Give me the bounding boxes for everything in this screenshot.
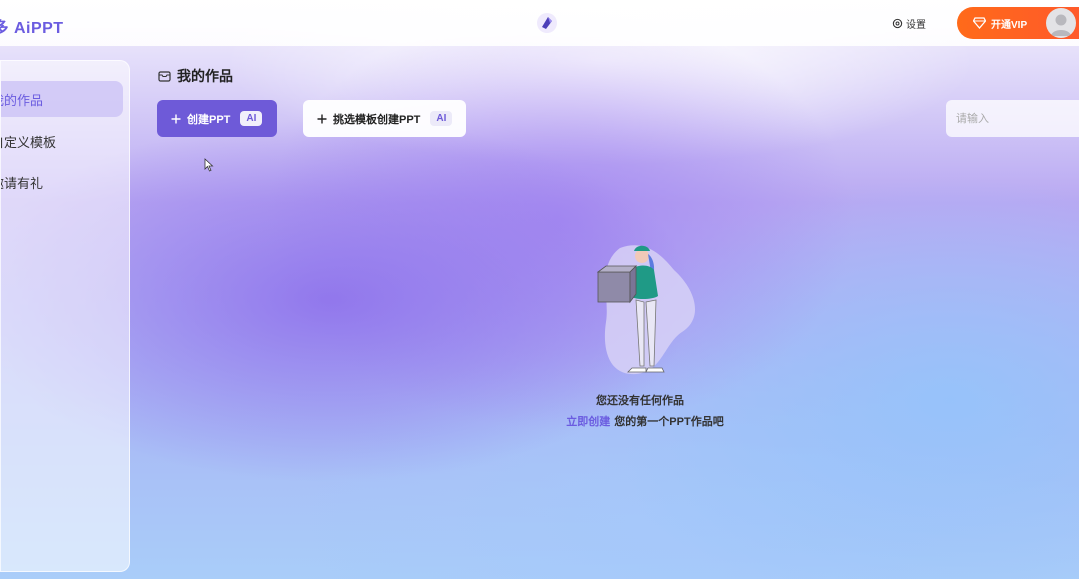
diamond-icon: [973, 17, 986, 29]
template-create-button[interactable]: 挑选模板创建PPT AI: [303, 100, 466, 137]
search-input[interactable]: [946, 100, 1079, 137]
sidebar-item-label: 我的作品: [1, 92, 44, 108]
empty-state-title: 您还没有任何作品: [596, 395, 684, 407]
page-title-text: 我的作品: [177, 68, 233, 84]
empty-state-subtitle: 立即创建 您的第一个PPT作品吧: [500, 413, 790, 429]
settings-label: 设置: [906, 19, 926, 31]
plus-icon: [317, 114, 327, 123]
create-now-link[interactable]: 立即创建: [566, 416, 610, 428]
logo-text: 多多 AiPPT: [0, 20, 64, 37]
ai-badge: AI: [430, 111, 453, 126]
sidebar: 我的作品 自定义模板 邀请有礼: [0, 60, 130, 572]
folder-icon: [158, 71, 171, 82]
ai-badge: AI: [240, 111, 263, 126]
app-logo[interactable]: 多多 AiPPT: [0, 14, 64, 38]
page-title: 我的作品: [158, 66, 233, 86]
mouse-cursor-icon: [204, 158, 214, 172]
create-ppt-label: 创建PPT: [187, 113, 231, 126]
template-create-label: 挑选模板创建PPT: [333, 113, 421, 126]
sidebar-item-label: 自定义模板: [1, 134, 57, 150]
top-header: 多多 AiPPT 设置 开通VIP: [0, 0, 1079, 46]
sidebar-item-my-works[interactable]: 我的作品: [1, 81, 123, 117]
gear-icon: [892, 18, 903, 28]
create-ppt-button[interactable]: 创建PPT AI: [157, 100, 277, 137]
empty-state-suffix: 您的第一个PPT作品吧: [614, 416, 724, 428]
user-avatar[interactable]: [1046, 8, 1076, 38]
sidebar-item-custom-templates[interactable]: 自定义模板: [1, 123, 123, 159]
app-mark-icon[interactable]: [536, 12, 558, 34]
avatar-icon: [1051, 14, 1071, 36]
plus-icon: [171, 114, 181, 123]
sidebar-item-invite[interactable]: 邀请有礼: [1, 164, 123, 200]
empty-state-illustration: [596, 245, 696, 375]
vip-label: 开通VIP: [991, 19, 1028, 31]
sidebar-item-label: 邀请有礼: [1, 175, 44, 191]
settings-button[interactable]: 设置: [882, 10, 936, 36]
